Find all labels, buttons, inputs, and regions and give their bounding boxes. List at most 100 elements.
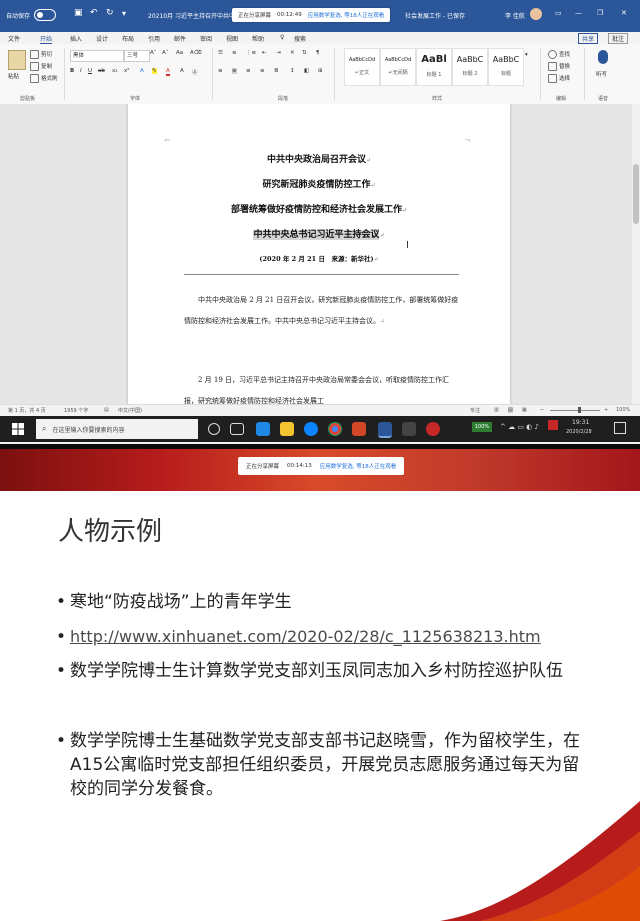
- customize-toolbar-icon[interactable]: ▾: [122, 9, 126, 18]
- zoom-level[interactable]: 100%: [616, 407, 630, 413]
- task-view-icon[interactable]: [230, 423, 244, 435]
- windows-start-icon[interactable]: [12, 423, 24, 435]
- style-normal[interactable]: AaBbCcDd ↵正文: [344, 48, 380, 86]
- style-no-spacing[interactable]: AaBbCcDd ↵无间隔: [380, 48, 416, 86]
- clock-date[interactable]: 2020/2/28: [566, 429, 592, 435]
- bullets-icon[interactable]: ☰: [218, 50, 223, 56]
- maximize-button[interactable]: ❐: [597, 9, 603, 17]
- tab-search[interactable]: 搜索: [294, 34, 306, 43]
- save-icon[interactable]: ▣: [74, 8, 83, 18]
- minimize-button[interactable]: —: [575, 9, 582, 17]
- shading-icon[interactable]: ◧: [304, 68, 309, 74]
- tab-view[interactable]: 视图: [226, 34, 238, 43]
- font-color-icon[interactable]: A: [166, 68, 170, 76]
- multilevel-list-icon[interactable]: ⋮≡: [246, 50, 256, 56]
- underline-icon[interactable]: U: [88, 68, 92, 74]
- increase-indent-icon[interactable]: ⇥: [276, 50, 281, 56]
- align-right-icon[interactable]: ≡: [246, 68, 251, 74]
- party-emblem-icon[interactable]: [426, 422, 440, 436]
- viewers-info[interactable]: 应用数学复选, 等18人正在观看: [308, 11, 385, 19]
- tray-icons[interactable]: ^ ☁ ▭ ◐ ♪: [500, 423, 539, 431]
- scrollbar-thumb[interactable]: [633, 164, 639, 224]
- style-title[interactable]: AaBbC 标题: [488, 48, 524, 86]
- redo-icon[interactable]: ↻: [106, 8, 114, 18]
- font-name-select[interactable]: 黑体: [70, 50, 124, 62]
- microphone-icon[interactable]: [598, 50, 608, 64]
- paste-icon[interactable]: [8, 50, 26, 70]
- user-name[interactable]: 李 佳航: [505, 11, 525, 20]
- paste-button[interactable]: 粘贴: [8, 72, 19, 80]
- cortana-icon[interactable]: [208, 423, 220, 435]
- powerpoint-icon[interactable]: [352, 422, 366, 436]
- vertical-scrollbar[interactable]: [632, 104, 640, 404]
- focus-mode[interactable]: 专注: [470, 407, 480, 414]
- language[interactable]: 中文(中国): [118, 407, 142, 414]
- notifications-icon[interactable]: [614, 422, 626, 434]
- ribbon-display-icon[interactable]: ▭: [555, 9, 562, 17]
- app-window-icon[interactable]: [402, 422, 416, 436]
- styles-more-icon[interactable]: ▾: [525, 52, 528, 58]
- print-layout-icon[interactable]: ▤: [508, 407, 513, 413]
- edge-icon[interactable]: [256, 422, 270, 436]
- file-explorer-icon[interactable]: [280, 422, 294, 436]
- show-marks-icon[interactable]: ¶: [316, 50, 320, 56]
- text-effects-icon[interactable]: A: [140, 68, 144, 74]
- enclose-char-icon[interactable]: Ⓐ: [192, 68, 198, 76]
- char-shading-icon[interactable]: A: [180, 68, 184, 74]
- bold-icon[interactable]: B: [70, 68, 74, 74]
- numbering-icon[interactable]: ≡: [232, 50, 237, 56]
- tab-design[interactable]: 设计: [96, 34, 108, 43]
- justify-icon[interactable]: ≡: [260, 68, 265, 74]
- find-button[interactable]: 查找: [548, 50, 570, 59]
- share-button[interactable]: 共享: [578, 33, 599, 44]
- tab-help[interactable]: 帮助: [252, 34, 264, 43]
- word-icon[interactable]: [378, 422, 392, 438]
- zoom-slider-thumb[interactable]: [578, 407, 581, 413]
- tab-file[interactable]: 文件: [8, 34, 20, 43]
- highlight-icon[interactable]: ✎: [152, 68, 157, 74]
- font-size-select[interactable]: 三号: [124, 50, 150, 62]
- align-center-icon[interactable]: ≡: [232, 68, 237, 74]
- strikethrough-icon[interactable]: ab: [98, 68, 105, 74]
- select-button[interactable]: 选择: [548, 74, 570, 83]
- avatar[interactable]: [530, 8, 542, 20]
- format-painter-button[interactable]: 格式刷: [30, 74, 58, 83]
- distribute-icon[interactable]: ≣: [274, 68, 279, 74]
- tab-insert[interactable]: 插入: [70, 34, 82, 43]
- italic-icon[interactable]: I: [80, 68, 82, 74]
- copy-button[interactable]: 复制: [30, 62, 52, 71]
- tab-home[interactable]: 开始: [40, 34, 53, 44]
- dictate-button[interactable]: 听写: [596, 70, 607, 78]
- lightbulb-icon[interactable]: ♀: [280, 34, 284, 41]
- tab-review[interactable]: 审阅: [200, 34, 212, 43]
- chrome-icon[interactable]: [328, 422, 342, 436]
- tab-layout[interactable]: 布局: [122, 34, 134, 43]
- clear-format-icon[interactable]: A⌫: [190, 50, 202, 56]
- change-case-icon[interactable]: Aa: [176, 50, 183, 56]
- document-page[interactable]: ⌐ ¬ 中共中央政治局召开会议↵ 研究新冠肺炎疫情防控工作↵ 部署统筹做好疫情防…: [128, 104, 510, 404]
- app-icon[interactable]: [304, 422, 318, 436]
- sort-icon[interactable]: ⇅: [302, 50, 307, 56]
- subscript-icon[interactable]: x₂: [112, 68, 117, 74]
- align-left-icon[interactable]: ≡: [218, 68, 223, 74]
- cut-button[interactable]: 剪切: [30, 50, 52, 59]
- article-link[interactable]: http://www.xinhuanet.com/2020-02/28/c_11…: [70, 625, 596, 649]
- web-layout-icon[interactable]: ▦: [522, 407, 527, 413]
- undo-icon[interactable]: ↶: [90, 8, 98, 18]
- zoom-in-icon[interactable]: +: [604, 407, 608, 413]
- replace-button[interactable]: 替换: [548, 62, 570, 71]
- word-count[interactable]: 1959 个字: [64, 407, 88, 414]
- tab-references[interactable]: 引用: [148, 34, 160, 43]
- chinese-layout-icon[interactable]: ✕: [290, 50, 295, 56]
- shrink-font-icon[interactable]: A˅: [162, 50, 169, 56]
- superscript-icon[interactable]: x²: [124, 68, 129, 74]
- style-heading-2[interactable]: AaBbC 标题 2: [452, 48, 488, 86]
- style-heading-1[interactable]: AaBl 标题 1: [416, 48, 452, 86]
- comment-button[interactable]: 批注: [608, 33, 629, 44]
- viewers-info[interactable]: 应用数学复选, 等18人正在观看: [320, 462, 397, 470]
- read-mode-icon[interactable]: ▥: [494, 407, 499, 413]
- zoom-out-icon[interactable]: −: [540, 407, 544, 413]
- grow-font-icon[interactable]: A˄: [150, 50, 157, 56]
- close-button[interactable]: ✕: [621, 9, 627, 17]
- taskbar-search[interactable]: ⌕ 在这里输入你要搜索的内容: [36, 419, 198, 439]
